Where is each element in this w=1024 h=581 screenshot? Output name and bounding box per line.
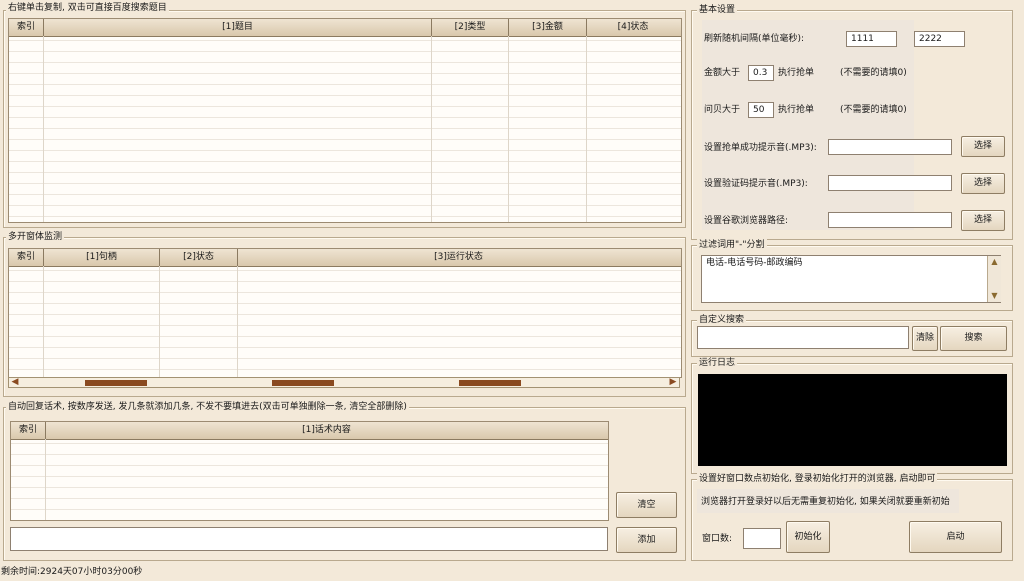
col-question[interactable]: [1]题目 — [44, 19, 432, 36]
status-bar-text: 剩余时间:2924天07小时03分00秒 — [1, 567, 143, 577]
captcha-sound-label: 设置验证码提示音(.MP3): — [704, 179, 808, 189]
custom-search-title: 自定义搜索 — [697, 314, 747, 326]
col-index[interactable]: 索引 — [11, 422, 46, 439]
col-state[interactable]: [2]状态 — [160, 249, 238, 266]
reply-group-title: 自动回复话术, 按数序发送, 发几条就添加几条, 不发不要填进去(双击可单独删除… — [6, 401, 409, 413]
chrome-path-input[interactable] — [828, 212, 952, 228]
question-table-header: 索引 [1]题目 [2]类型 [3]金额 [4]状态 — [9, 19, 681, 37]
scroll-thumb[interactable] — [459, 380, 521, 386]
amount-label: 金额大于 — [704, 68, 741, 78]
script-input[interactable] — [10, 527, 608, 551]
scroll-up-icon[interactable]: ▲ — [989, 257, 1000, 267]
init-note: 浏览器打开登录好以后无需重复初始化, 如果关闭就要重新初始 — [701, 497, 950, 507]
success-sound-label: 设置抢单成功提示音(.MP3): — [704, 143, 817, 153]
monitor-group-title: 多开窗体监测 — [6, 231, 65, 243]
monitor-horizontal-scrollbar[interactable]: ◀ ▶ — [8, 377, 680, 388]
amount-suffix-label: 执行抢单 — [778, 68, 815, 78]
refresh-min-input[interactable]: 1111 — [846, 31, 897, 47]
chrome-path-label: 设置谷歌浏览器路径: — [704, 216, 789, 226]
col-type[interactable]: [2]类型 — [432, 19, 509, 36]
choose-captcha-sound-button[interactable]: 选择 — [961, 173, 1005, 194]
filter-vertical-scrollbar[interactable]: ▲ ▼ — [987, 256, 1001, 302]
shell-threshold-input[interactable]: 50 — [748, 102, 774, 118]
scroll-right-icon[interactable]: ▶ — [667, 378, 679, 387]
run-log-output — [698, 374, 1007, 466]
col-amount[interactable]: [3]金额 — [509, 19, 587, 36]
custom-search-input[interactable] — [697, 326, 909, 349]
scroll-down-icon[interactable]: ▼ — [989, 291, 1000, 301]
question-table[interactable]: 索引 [1]题目 [2]类型 [3]金额 [4]状态 — [8, 18, 682, 223]
refresh-interval-label: 刷新随机间隔(单位毫秒): — [704, 34, 805, 44]
shell-label: 问贝大于 — [704, 105, 741, 115]
run-log-title: 运行日志 — [697, 357, 738, 369]
add-script-button[interactable]: 添加 — [616, 527, 677, 553]
col-script-content[interactable]: [1]话术内容 — [46, 422, 607, 439]
col-status[interactable]: [4]状态 — [587, 19, 679, 36]
window-count-label: 窗口数: — [702, 534, 733, 544]
clear-search-button[interactable]: 清除 — [912, 326, 938, 351]
col-index[interactable]: 索引 — [9, 19, 44, 36]
scroll-thumb[interactable] — [272, 380, 334, 386]
refresh-max-input[interactable]: 2222 — [914, 31, 965, 47]
col-handle[interactable]: [1]句柄 — [44, 249, 160, 266]
init-group-title: 设置好窗口数点初始化, 登录初始化打开的浏览器, 启动即可 — [697, 473, 938, 485]
shell-suffix-label: 执行抢单 — [778, 105, 815, 115]
scroll-left-icon[interactable]: ◀ — [9, 378, 21, 387]
filter-words-textarea[interactable]: 电话-电话号码-邮政编码 — [701, 255, 1001, 303]
captcha-sound-input[interactable] — [828, 175, 952, 191]
filter-group-title: 过滤词用"-"分割 — [697, 239, 767, 251]
choose-success-sound-button[interactable]: 选择 — [961, 136, 1005, 157]
question-group-title: 右键单击复制, 双击可直接百度搜索题目 — [6, 2, 169, 14]
window-count-input[interactable] — [743, 528, 781, 549]
basic-settings-title: 基本设置 — [697, 4, 738, 16]
shell-note: (不需要的请填0) — [840, 105, 907, 115]
initialize-button[interactable]: 初始化 — [786, 521, 830, 553]
reply-table-header: 索引 [1]话术内容 — [11, 422, 608, 440]
monitor-table[interactable]: 索引 [1]句柄 [2]状态 [3]运行状态 — [8, 248, 682, 378]
monitor-table-header: 索引 [1]句柄 [2]状态 [3]运行状态 — [9, 249, 681, 267]
clear-scripts-button[interactable]: 清空 — [616, 492, 677, 518]
choose-chrome-path-button[interactable]: 选择 — [961, 210, 1005, 231]
amount-threshold-input[interactable]: 0.3 — [748, 65, 774, 81]
success-sound-input[interactable] — [828, 139, 952, 155]
search-button[interactable]: 搜索 — [940, 326, 1007, 351]
col-index[interactable]: 索引 — [9, 249, 44, 266]
scroll-thumb[interactable] — [85, 380, 147, 386]
start-button[interactable]: 启动 — [909, 521, 1002, 553]
reply-table[interactable]: 索引 [1]话术内容 — [10, 421, 609, 521]
amount-note: (不需要的请填0) — [840, 68, 907, 78]
col-run-state[interactable]: [3]运行状态 — [238, 249, 679, 266]
